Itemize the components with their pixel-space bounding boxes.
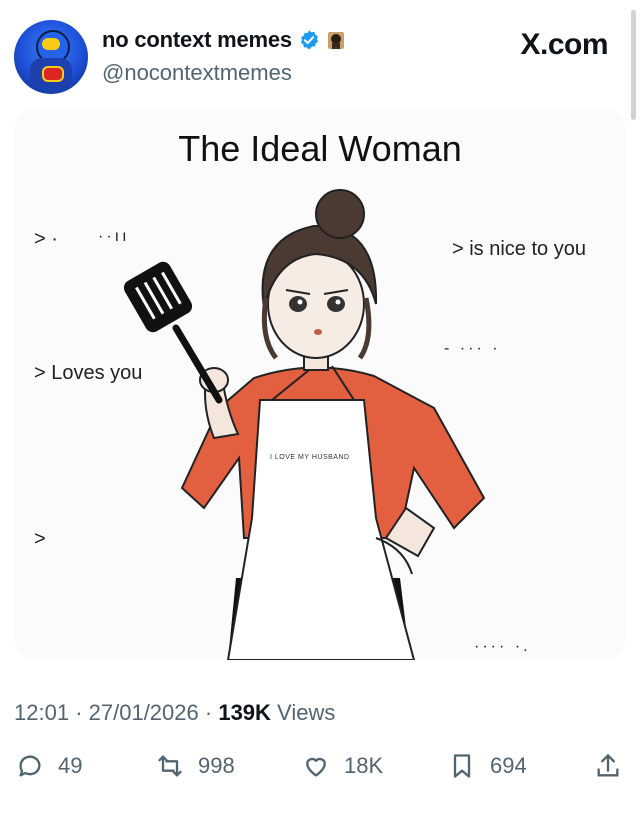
avatar-mascot-face bbox=[42, 38, 60, 50]
like-icon bbox=[306, 757, 326, 777]
views-label: Views bbox=[277, 700, 336, 725]
verified-badge-icon bbox=[300, 30, 319, 50]
bookmark-button[interactable]: 694 bbox=[448, 752, 527, 780]
scribble-mark: - ··· · bbox=[444, 340, 501, 357]
reply-icon bbox=[19, 755, 41, 777]
avatar-mascot-logo bbox=[42, 66, 64, 82]
share-icon bbox=[597, 754, 619, 777]
post-time[interactable]: 12:01 bbox=[14, 700, 69, 725]
bookmark-icon bbox=[453, 754, 471, 778]
name-row: no context memes bbox=[102, 27, 346, 53]
meme-label-blank-top: > · bbox=[34, 228, 58, 250]
meme-label-nice: > is nice to you bbox=[452, 238, 586, 260]
x-logo-text: X.com bbox=[520, 28, 608, 61]
post-meta: 12:01 · 27/01/2026 · 139K Views bbox=[14, 700, 335, 726]
reply-count: 49 bbox=[58, 753, 83, 778]
repost-count: 998 bbox=[198, 753, 235, 778]
like-count: 18K bbox=[344, 753, 384, 778]
display-name[interactable]: no context memes bbox=[102, 27, 292, 53]
avatar[interactable] bbox=[14, 20, 88, 94]
scribble-mark: ···· ·. bbox=[474, 638, 531, 655]
meta-separator: · bbox=[75, 700, 83, 725]
flag-emoji-icon bbox=[327, 32, 344, 49]
meme-image[interactable]: The Ideal Woman > · > is nice to you > L… bbox=[14, 108, 626, 660]
handle[interactable]: @nocontextmemes bbox=[102, 60, 292, 86]
meme-label-loves: > Loves you bbox=[34, 362, 143, 384]
repost-icon bbox=[158, 755, 182, 777]
repost-button[interactable]: 998 bbox=[156, 752, 235, 780]
post-header: no context memes @nocontextmemes X.com bbox=[0, 0, 640, 120]
bookmark-count: 694 bbox=[490, 753, 527, 778]
action-bar: 49 998 18K 694 bbox=[0, 752, 640, 792]
meme-title: The Ideal Woman bbox=[178, 128, 462, 169]
share-button[interactable] bbox=[594, 752, 622, 780]
scribble-mark: ··ıı bbox=[98, 228, 130, 245]
views-count: 139K bbox=[218, 700, 271, 725]
meme-label-blank-bottom: > bbox=[34, 528, 46, 550]
post-date[interactable]: 27/01/2026 bbox=[89, 700, 199, 725]
reply-button[interactable]: 49 bbox=[16, 752, 82, 780]
apron-text: I LOVE MY HUSBAND bbox=[270, 454, 350, 461]
like-button[interactable]: 18K bbox=[302, 752, 383, 780]
meta-separator: · bbox=[204, 700, 213, 725]
scrollbar[interactable] bbox=[631, 10, 636, 120]
